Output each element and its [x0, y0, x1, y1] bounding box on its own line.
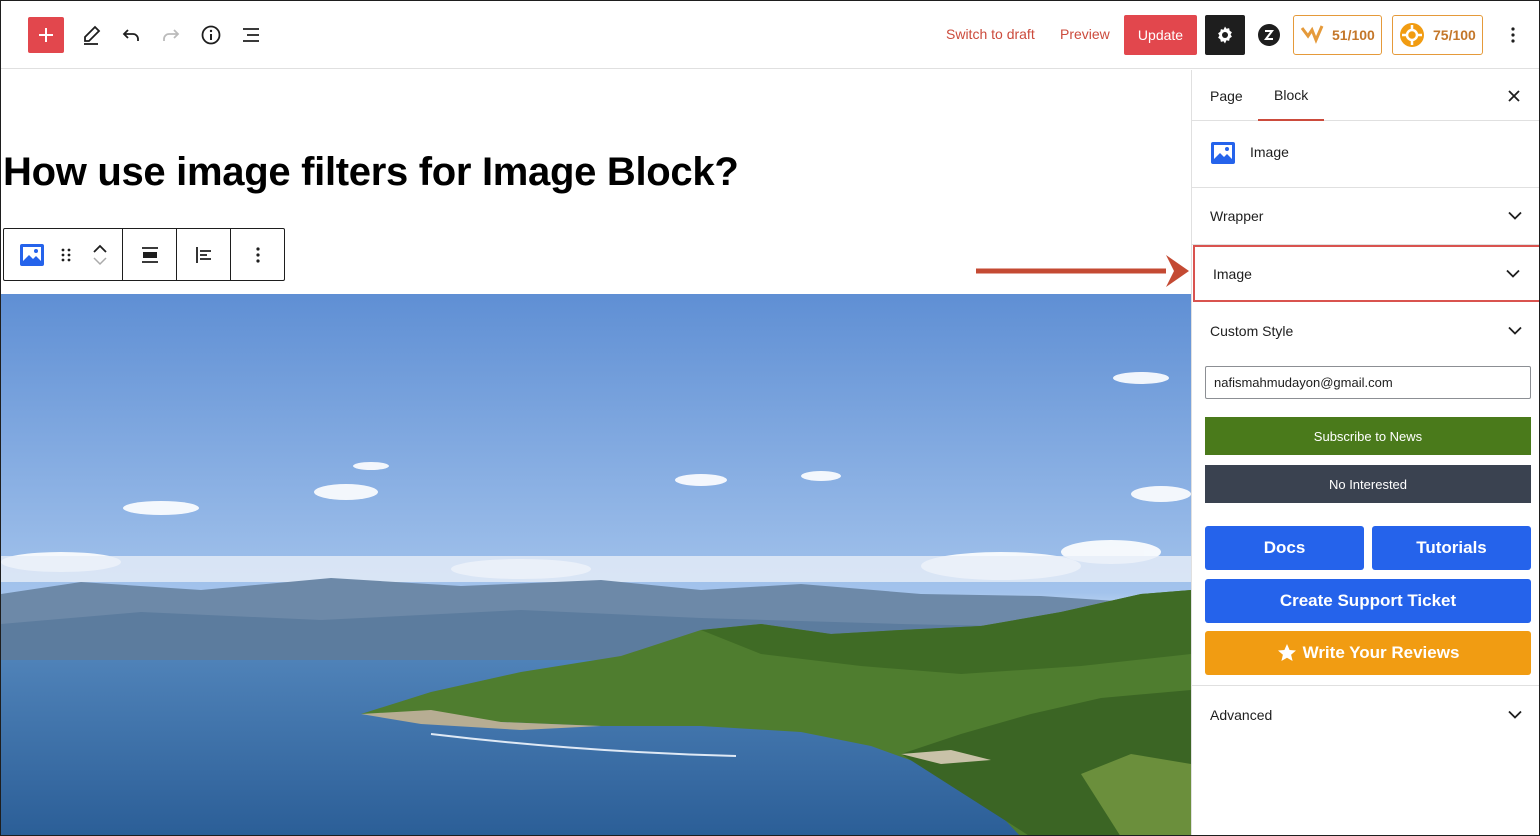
- landscape-image: [1, 294, 1191, 835]
- undo-icon: [122, 29, 139, 41]
- edit-tool-button[interactable]: [73, 17, 109, 53]
- settings-button[interactable]: [1205, 15, 1245, 55]
- block-card: Image: [1192, 121, 1539, 188]
- write-reviews-label: Write Your Reviews: [1302, 643, 1460, 662]
- gear-icon: [1218, 26, 1232, 44]
- drag-handle[interactable]: [56, 235, 76, 275]
- readability-score-badge[interactable]: 75/100: [1392, 15, 1483, 55]
- panel-wrapper[interactable]: Wrapper: [1192, 188, 1539, 245]
- chevron-down-icon: [1508, 326, 1522, 335]
- block-toolbar-group-more: [231, 229, 284, 280]
- block-toolbar-group-mover: [4, 229, 123, 280]
- selected-image-block[interactable]: [1, 294, 1191, 835]
- tutorials-button[interactable]: Tutorials: [1372, 526, 1531, 570]
- close-sidebar-button[interactable]: [1502, 84, 1526, 108]
- panel-advanced[interactable]: Advanced: [1192, 685, 1539, 743]
- not-interested-button[interactable]: No Interested: [1205, 465, 1531, 503]
- image-icon: [20, 243, 44, 266]
- sidebar-tabs: Page Block: [1192, 70, 1539, 121]
- settings-sidebar: Page Block Image Wrapper Image Custom St…: [1191, 70, 1539, 835]
- switch-to-draft-link[interactable]: Switch to draft: [946, 26, 1035, 42]
- seo-score-value: 51/100: [1332, 27, 1375, 43]
- block-toolbar-group-align: [123, 229, 177, 280]
- panel-advanced-label: Advanced: [1210, 706, 1273, 723]
- add-block-button[interactable]: [28, 17, 64, 53]
- chevron-down-icon: [1508, 211, 1522, 220]
- plugin-logo-button[interactable]: [1251, 17, 1287, 53]
- info-icon: [201, 25, 221, 45]
- readability-score-value: 75/100: [1433, 27, 1476, 43]
- block-options-button[interactable]: [231, 229, 284, 280]
- brand-logo-icon: [1258, 24, 1280, 46]
- redo-icon: [163, 29, 180, 41]
- chevron-up-icon[interactable]: [93, 244, 107, 253]
- readability-logo-icon: [1400, 23, 1424, 47]
- post-title[interactable]: How use image filters for Image Block?: [3, 150, 739, 195]
- subscribe-button[interactable]: Subscribe to News: [1205, 417, 1531, 455]
- write-reviews-button[interactable]: Write Your Reviews: [1205, 631, 1531, 675]
- image-block-icon: [1211, 142, 1235, 164]
- more-vertical-icon: [255, 246, 260, 263]
- seo-score-badge[interactable]: 51/100: [1293, 15, 1382, 55]
- email-field[interactable]: nafismahmudayon@gmail.com: [1205, 366, 1531, 399]
- block-card-title: Image: [1250, 144, 1289, 160]
- preview-link[interactable]: Preview: [1060, 26, 1110, 42]
- close-icon: [1508, 90, 1520, 102]
- block-type-button[interactable]: [12, 235, 52, 275]
- pencil-icon: [84, 25, 101, 45]
- block-toolbar-group-text-align: [177, 229, 231, 280]
- plus-icon: [39, 28, 53, 42]
- editor-canvas: How use image filters for Image Block?: [1, 70, 1191, 835]
- tab-page[interactable]: Page: [1210, 70, 1243, 121]
- panel-wrapper-label: Wrapper: [1210, 208, 1264, 224]
- docs-button[interactable]: Docs: [1205, 526, 1364, 570]
- tab-block[interactable]: Block: [1258, 70, 1325, 121]
- panel-image[interactable]: Image: [1193, 245, 1539, 302]
- annotation-arrow: [976, 255, 1189, 287]
- undo-button[interactable]: [113, 17, 149, 53]
- list-view-icon: [243, 28, 259, 42]
- update-button[interactable]: Update: [1124, 15, 1197, 55]
- details-button[interactable]: [193, 17, 229, 53]
- panel-image-label: Image: [1213, 265, 1252, 282]
- align-button[interactable]: [123, 229, 176, 280]
- align-center-icon: [141, 246, 158, 263]
- chevron-down-icon: [1506, 269, 1520, 278]
- panel-custom-style[interactable]: Custom Style: [1192, 302, 1539, 359]
- panel-custom-style-label: Custom Style: [1210, 322, 1294, 339]
- top-toolbar: Switch to draft Preview Update 51/100 75…: [1, 1, 1539, 69]
- chevron-down-icon[interactable]: [93, 256, 107, 266]
- text-align-button[interactable]: [177, 229, 230, 280]
- create-support-ticket-button[interactable]: Create Support Ticket: [1205, 579, 1531, 623]
- editor-window: Switch to draft Preview Update 51/100 75…: [0, 0, 1540, 836]
- chevron-down-icon: [1508, 710, 1522, 719]
- more-vertical-icon: [1511, 27, 1515, 43]
- list-view-button[interactable]: [233, 17, 269, 53]
- redo-button[interactable]: [153, 17, 189, 53]
- options-menu-button[interactable]: [1495, 17, 1531, 53]
- seo-logo-icon: [1300, 25, 1324, 44]
- drag-handle-icon: [61, 248, 71, 261]
- block-toolbar: [3, 228, 285, 281]
- star-icon: [1277, 644, 1296, 661]
- move-buttons: [80, 231, 120, 279]
- align-left-icon: [195, 246, 211, 263]
